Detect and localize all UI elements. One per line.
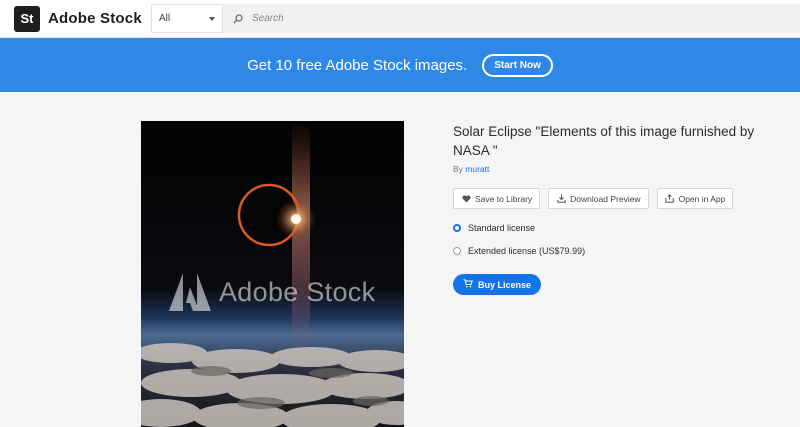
asset-type-select[interactable]: All — [151, 4, 223, 33]
asset-type-value: All — [159, 13, 171, 24]
save-to-library-label: Save to Library — [475, 193, 533, 204]
search-input[interactable]: Search — [233, 13, 284, 24]
promo-text: Get 10 free Adobe Stock images. — [247, 56, 468, 74]
open-in-app-icon — [665, 194, 675, 204]
heart-icon — [461, 194, 471, 204]
search-bar: All Search — [151, 4, 800, 33]
top-bar: St Adobe Stock All Search — [0, 0, 800, 38]
license-options: Standard license Extended license (US$79… — [453, 222, 773, 257]
asset-actions: Save to Library Download Preview Open in… — [453, 188, 773, 209]
save-to-library-button[interactable]: Save to Library — [453, 188, 541, 209]
adobe-stock-logo-icon: St — [14, 5, 40, 32]
chevron-down-icon — [209, 16, 215, 21]
download-preview-button[interactable]: Download Preview — [548, 188, 649, 209]
extended-license-radio[interactable] — [453, 247, 461, 255]
search-placeholder: Search — [252, 13, 284, 24]
byline: By muratt — [453, 164, 773, 174]
asset-details: Solar Eclipse "Elements of this image fu… — [453, 122, 773, 295]
watermark: Adobe Stock — [169, 273, 375, 311]
standard-license-radio[interactable] — [453, 224, 461, 232]
standard-license-label: Standard license — [468, 223, 536, 233]
adobe-logo-icon — [169, 273, 211, 311]
promo-banner: Get 10 free Adobe Stock images. Start No… — [0, 38, 800, 92]
extended-license-option[interactable]: Extended license (US$79.99) — [453, 245, 773, 257]
open-in-app-button[interactable]: Open in App — [656, 188, 734, 209]
asset-preview-image[interactable]: Adobe Stock — [141, 121, 404, 427]
download-icon — [556, 194, 566, 204]
download-preview-label: Download Preview — [570, 193, 641, 204]
cart-icon — [463, 279, 473, 290]
author-link[interactable]: muratt — [465, 164, 489, 174]
watermark-text: Adobe Stock — [219, 276, 376, 307]
search-icon — [233, 13, 243, 24]
buy-license-button[interactable]: Buy License — [453, 274, 541, 295]
asset-title: Solar Eclipse "Elements of this image fu… — [453, 124, 755, 158]
standard-license-option[interactable]: Standard license — [453, 222, 773, 234]
buy-license-label: Buy License — [477, 279, 532, 290]
brand-logo-link[interactable]: St Adobe Stock — [14, 5, 142, 32]
open-in-app-label: Open in App — [678, 193, 726, 204]
by-label: By — [453, 164, 463, 174]
brand-name: Adobe Stock — [48, 10, 142, 27]
extended-license-label: Extended license (US$79.99) — [468, 246, 586, 256]
start-now-button[interactable]: Start Now — [482, 53, 553, 77]
